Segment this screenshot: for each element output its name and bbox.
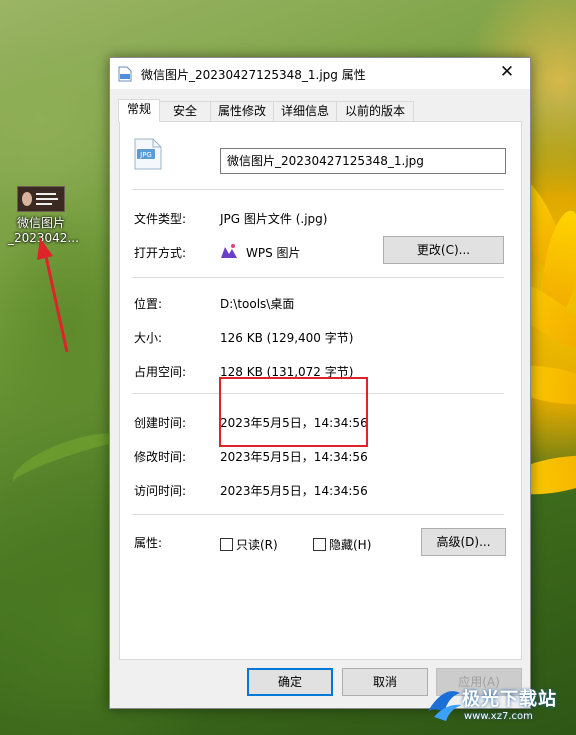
close-button[interactable]: ✕ — [484, 58, 530, 89]
separator — [132, 277, 504, 278]
properties-dialog: 微信图片_20230427125348_1.jpg 属性 ✕ 常规 安全 属性修… — [109, 57, 531, 709]
watermark-logo-icon — [428, 691, 462, 721]
tab-general[interactable]: 常规 — [118, 99, 160, 122]
tab-details[interactable]: 详细信息 — [273, 101, 337, 122]
size-value: 126 KB (129,400 字节) — [220, 331, 354, 345]
jpg-file-icon-text: JPG — [139, 151, 152, 159]
image-file-icon — [118, 66, 132, 82]
file-type-value: JPG 图片文件 (.jpg) — [220, 212, 328, 226]
advanced-button[interactable]: 高级(D)... — [421, 528, 506, 556]
change-button[interactable]: 更改(C)... — [383, 236, 504, 264]
disk-size-label: 占用空间: — [134, 365, 187, 379]
opens-with-value: WPS 图片 — [246, 246, 301, 260]
file-type-label: 文件类型: — [134, 212, 187, 226]
size-label: 大小: — [134, 331, 163, 345]
annotation-arrow — [37, 238, 69, 353]
tab-previous-versions[interactable]: 以前的版本 — [336, 101, 414, 122]
watermark-url: www.xz7.com — [464, 711, 533, 722]
general-panel: JPG 微信图片_20230427125348_1.jpg 文件类型: JPG … — [119, 121, 522, 660]
location-label: 位置: — [134, 297, 163, 311]
tab-security[interactable]: 安全 — [159, 101, 211, 122]
opens-with-label: 打开方式: — [134, 246, 187, 260]
title-bar[interactable]: 微信图片_20230427125348_1.jpg 属性 ✕ — [110, 58, 530, 89]
checkbox-box[interactable] — [220, 538, 233, 551]
hidden-checkbox[interactable]: 隐藏(H) — [313, 536, 371, 553]
readonly-checkbox[interactable]: 只读(R) — [220, 536, 278, 553]
jpg-file-icon: JPG — [134, 138, 162, 170]
attributes-label: 属性: — [134, 536, 163, 550]
separator — [132, 514, 504, 515]
accessed-label: 访问时间: — [134, 484, 187, 498]
hidden-label: 隐藏(H) — [329, 538, 372, 552]
modified-label: 修改时间: — [134, 450, 187, 464]
size-highlight-box — [219, 377, 368, 447]
accessed-value: 2023年5月5日，14:34:56 — [220, 484, 368, 498]
separator — [132, 189, 504, 190]
tab-attribute-edit[interactable]: 属性修改 — [210, 101, 274, 122]
filename-input[interactable]: 微信图片_20230427125348_1.jpg — [220, 148, 506, 174]
wps-picture-icon — [221, 244, 237, 258]
location-value: D:\tools\桌面 — [220, 297, 295, 311]
readonly-label: 只读(R) — [236, 538, 278, 552]
checkbox-box[interactable] — [313, 538, 326, 551]
created-label: 创建时间: — [134, 416, 187, 430]
modified-value: 2023年5月5日，14:34:56 — [220, 450, 368, 464]
cancel-button[interactable]: 取消 — [342, 668, 428, 696]
watermark-title: 极光下载站 — [462, 689, 557, 710]
dialog-title: 微信图片_20230427125348_1.jpg 属性 — [141, 68, 366, 82]
ok-button[interactable]: 确定 — [247, 668, 333, 696]
watermark: 极光下载站 www.xz7.com — [418, 681, 576, 735]
